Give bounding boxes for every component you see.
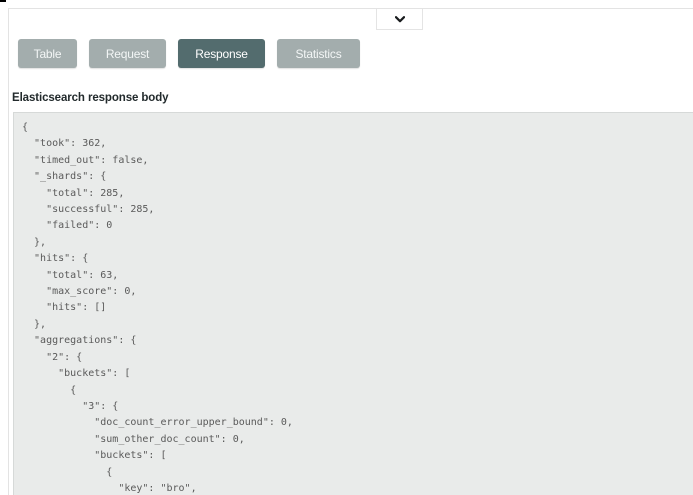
view-tabs: Table Request Response Statistics — [18, 39, 360, 68]
tab-response[interactable]: Response — [178, 39, 265, 68]
collapse-toggle-button[interactable] — [376, 9, 423, 30]
response-body-text: { "took": 362, "timed_out": false, "_sha… — [22, 122, 293, 494]
top-mark — [0, 0, 6, 2]
tab-request[interactable]: Request — [89, 39, 166, 68]
inspector-panel: Table Request Response Statistics Elasti… — [0, 0, 693, 495]
chevron-down-icon — [394, 15, 405, 22]
response-code-editor[interactable]: { "took": 362, "timed_out": false, "_sha… — [13, 112, 693, 495]
left-divider — [8, 8, 9, 495]
tab-table[interactable]: Table — [18, 39, 77, 68]
top-divider — [8, 8, 693, 9]
section-title: Elasticsearch response body — [12, 92, 169, 104]
tab-statistics[interactable]: Statistics — [277, 39, 360, 68]
